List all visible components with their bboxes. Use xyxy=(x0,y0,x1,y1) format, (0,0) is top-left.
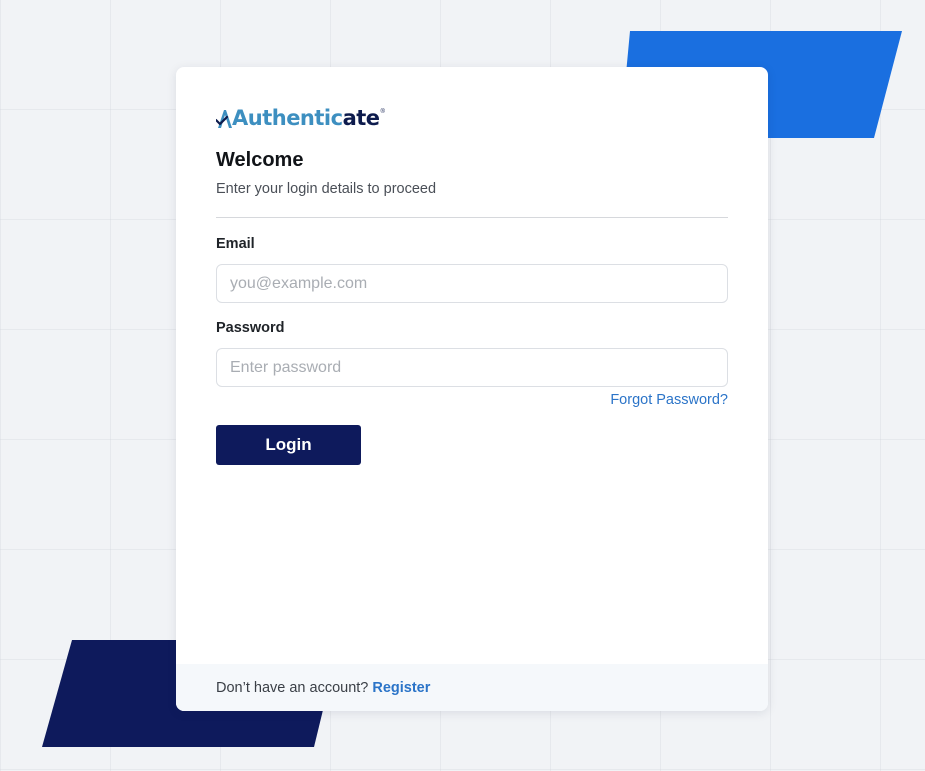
header-divider xyxy=(216,217,728,218)
register-link[interactable]: Register xyxy=(372,680,430,696)
password-label: Password xyxy=(216,320,285,336)
checkmark-a-logo-icon xyxy=(216,110,232,128)
password-field[interactable] xyxy=(216,348,728,387)
brand-logo: Authenticate ® xyxy=(216,105,385,133)
forgot-password-link[interactable]: Forgot Password? xyxy=(610,392,728,408)
registered-mark: ® xyxy=(380,109,385,115)
page-title: Welcome xyxy=(216,149,304,171)
email-field[interactable] xyxy=(216,264,728,303)
page-subtitle: Enter your login details to proceed xyxy=(216,181,437,197)
logo-text-light: Authentic xyxy=(232,106,343,130)
card-footer: Don’t have an account? Register xyxy=(176,664,768,711)
login-card: Authenticate ® Welcome Enter your login … xyxy=(176,67,768,711)
logo-text-dark: ate xyxy=(342,106,380,130)
register-prompt: Don’t have an account? xyxy=(216,679,369,696)
login-button[interactable]: Login xyxy=(216,425,361,465)
email-label: Email xyxy=(216,236,255,252)
login-page: Authenticate ® Welcome Enter your login … xyxy=(0,0,925,771)
brand-logo-text: Authenticate xyxy=(232,105,380,131)
